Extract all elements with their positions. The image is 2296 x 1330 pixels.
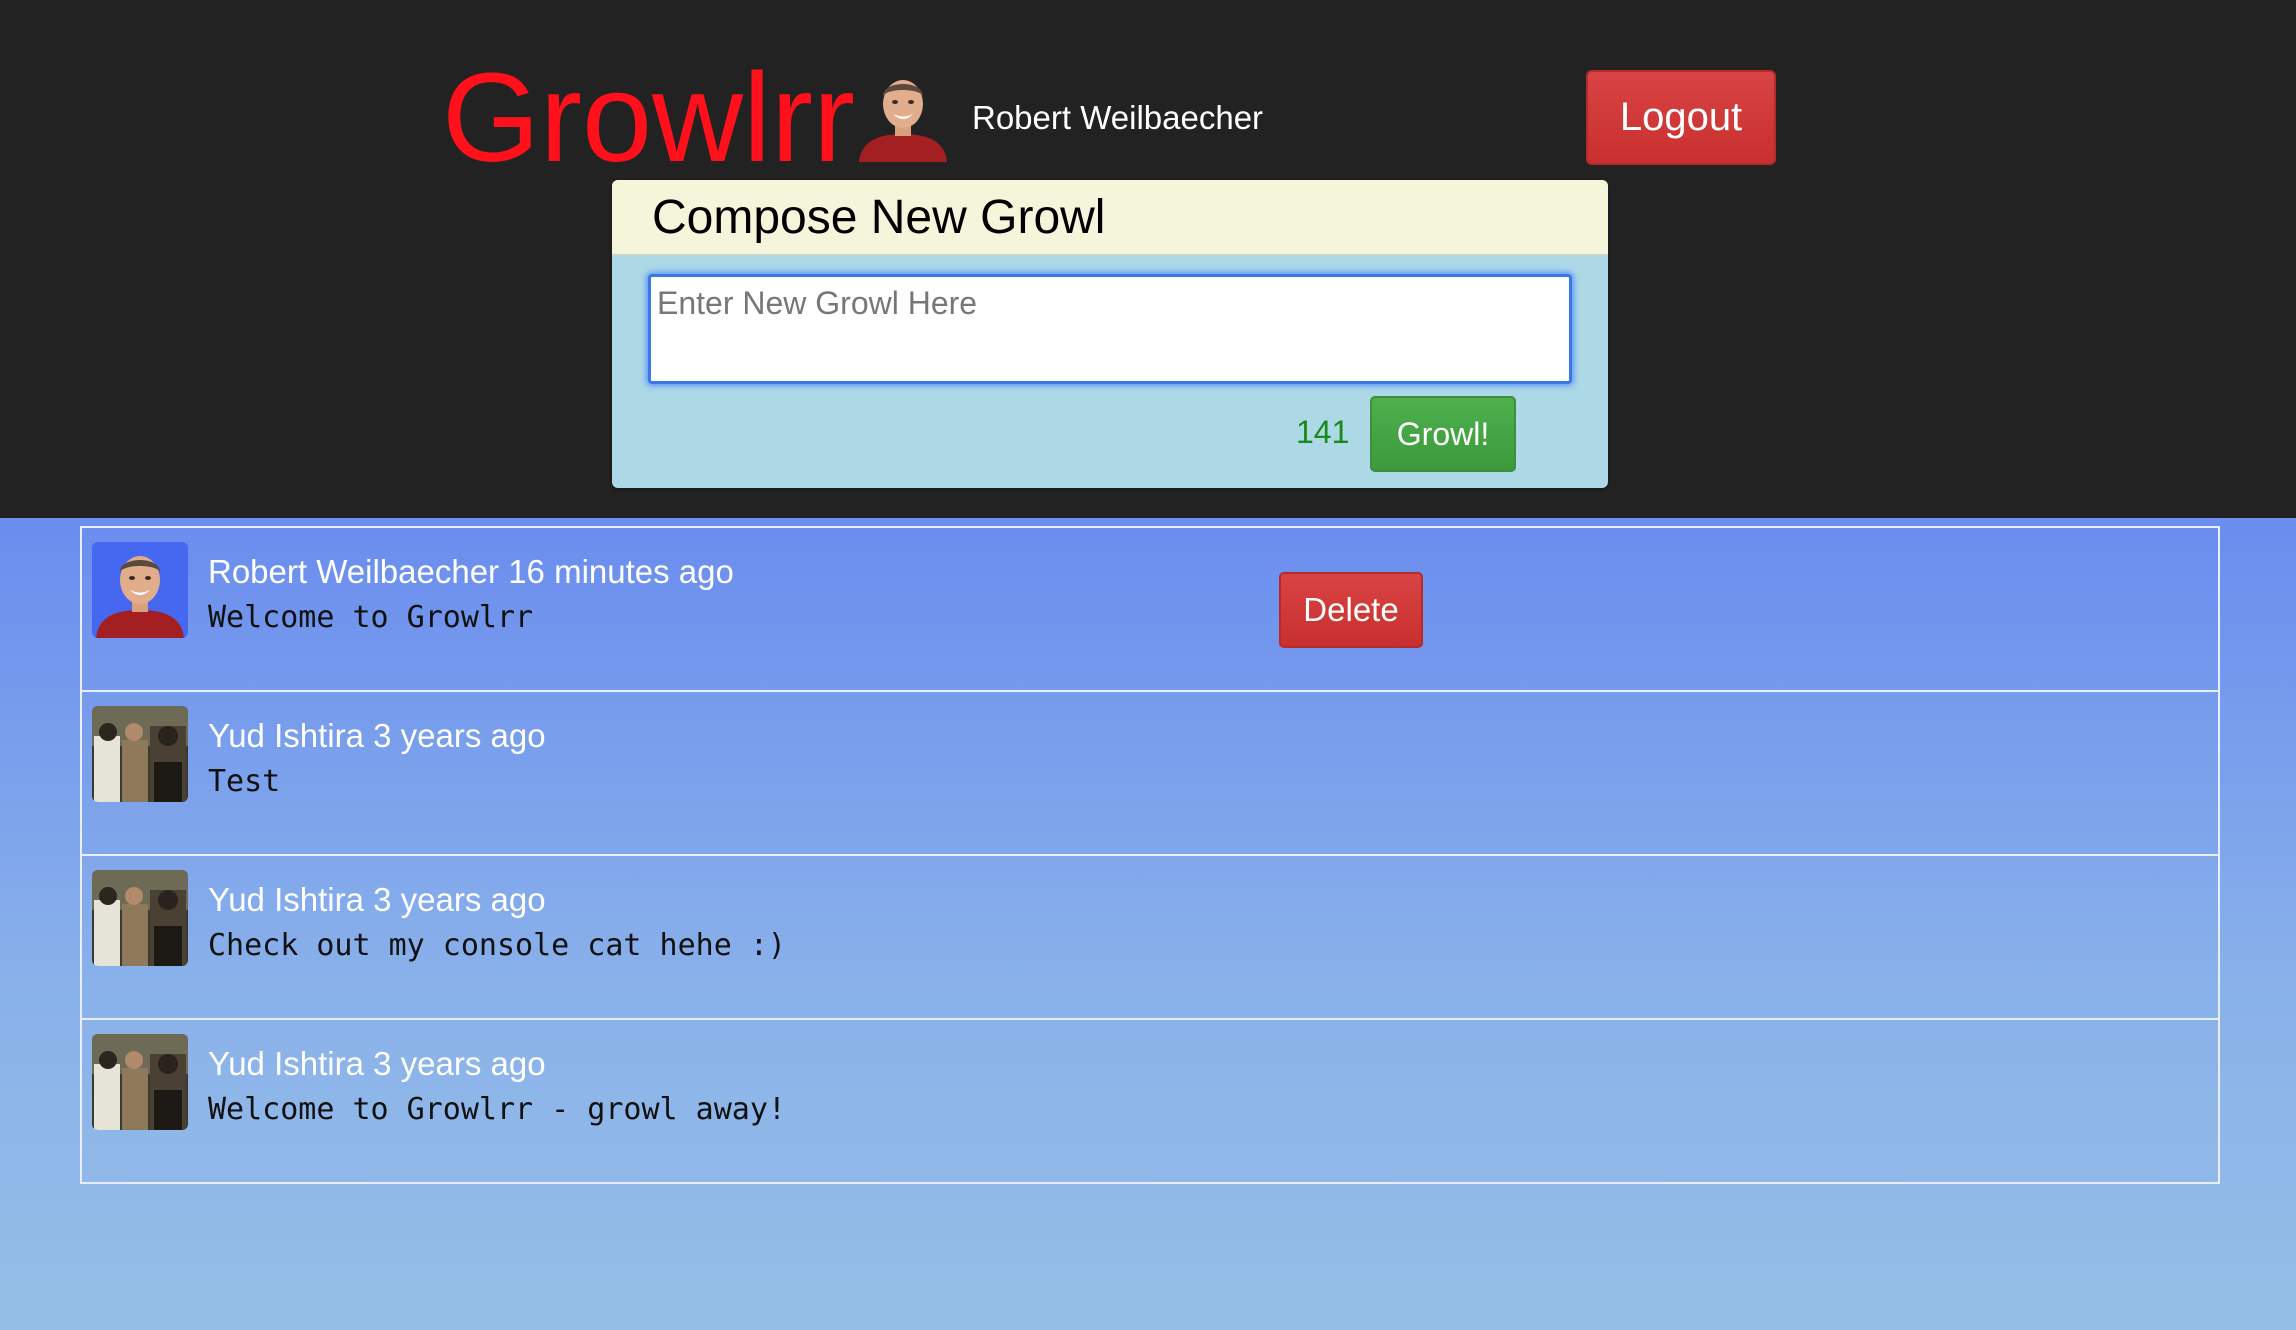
growl-text: Check out my console cat hehe :) — [208, 928, 786, 963]
compose-header: Compose New Growl — [612, 180, 1608, 256]
user-avatar-icon — [92, 542, 188, 638]
photo-avatar-icon — [92, 1034, 188, 1130]
app-logo[interactable]: Growlrr — [442, 48, 855, 188]
compose-panel: Compose New Growl 141 Growl! — [612, 180, 1608, 488]
app-header: Growlrr Robert Weilbaecher Logout Compos… — [0, 0, 2296, 518]
growl-meta: Yud Ishtira 3 years ago — [208, 1045, 546, 1082]
character-counter: 141 — [1296, 414, 1350, 450]
new-growl-input[interactable] — [648, 274, 1572, 384]
photo-avatar-icon — [92, 870, 188, 966]
user-avatar-icon[interactable] — [855, 66, 951, 162]
growl-submit-button[interactable]: Growl! — [1370, 396, 1516, 472]
growl-meta: Yud Ishtira 3 years ago — [208, 881, 546, 918]
growl-text: Test — [208, 764, 281, 799]
feed-item: Robert Weilbaecher 16 minutes ago Welcom… — [80, 526, 2220, 692]
delete-growl-button[interactable]: Delete — [1279, 572, 1423, 648]
growl-meta: Yud Ishtira 3 years ago — [208, 717, 546, 754]
compose-title: Compose New Growl — [652, 191, 1106, 244]
photo-avatar-icon — [92, 706, 188, 802]
growl-text: Welcome to Growlrr - growl away! — [208, 1092, 786, 1127]
growl-meta: Robert Weilbaecher 16 minutes ago — [208, 553, 734, 590]
growl-text: Welcome to Growlrr — [208, 600, 534, 635]
feed-item: Yud Ishtira 3 years ago Welcome to Growl… — [80, 1018, 2220, 1184]
current-username: Robert Weilbaecher — [972, 99, 1264, 136]
logout-button[interactable]: Logout — [1586, 70, 1776, 165]
feed-item: Yud Ishtira 3 years ago Test — [80, 690, 2220, 856]
growl-feed: Robert Weilbaecher 16 minutes ago Welcom… — [80, 526, 2220, 1184]
feed-item: Yud Ishtira 3 years ago Check out my con… — [80, 854, 2220, 1020]
